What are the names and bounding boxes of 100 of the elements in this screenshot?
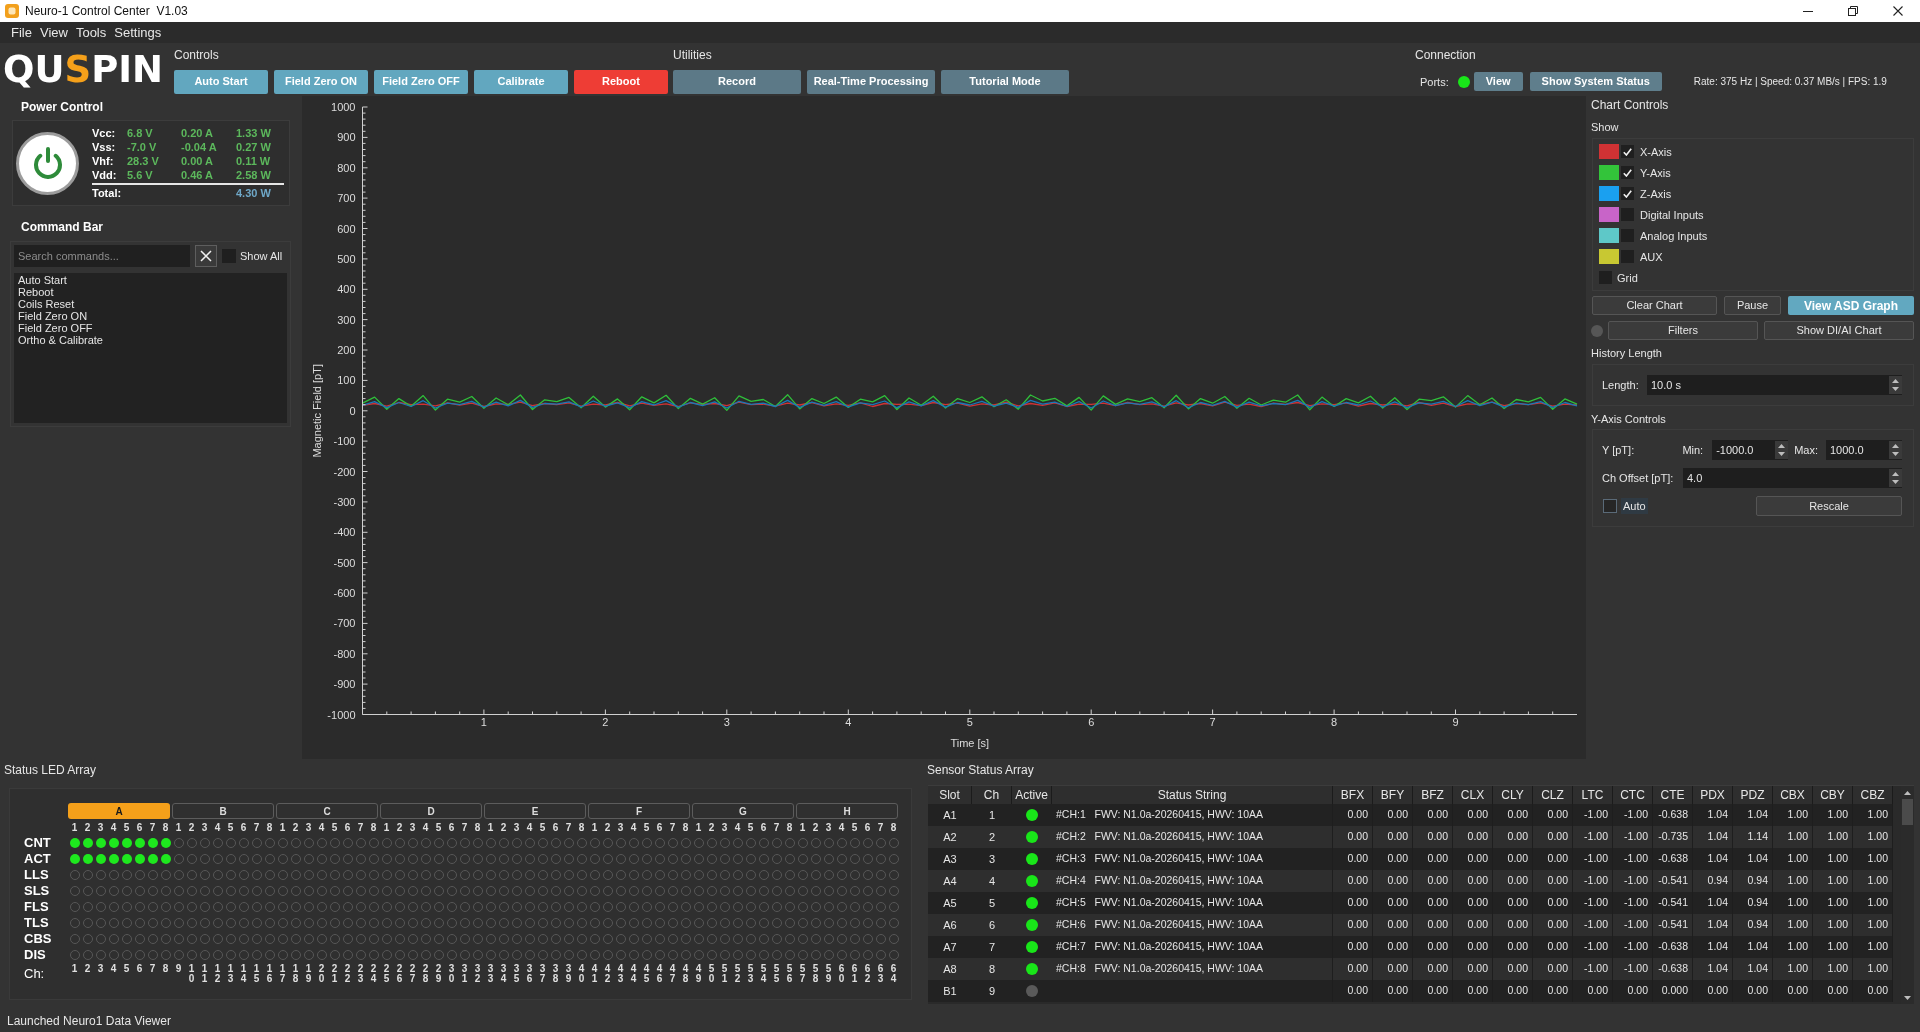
checkbox-label: Analog Inputs	[1640, 228, 1708, 243]
check-icon	[1623, 147, 1632, 156]
checkbox-label: Show All	[240, 249, 283, 263]
show-system-status-button[interactable]: Show System Status	[1529, 72, 1662, 91]
section-label: Utilities	[673, 46, 712, 64]
checkbox-label: Digital Inputs	[1640, 207, 1704, 222]
column-number: 6	[344, 821, 351, 835]
restore-icon[interactable]	[1847, 6, 1858, 16]
tick-label: 200	[337, 344, 356, 356]
tick-label: 9	[1452, 716, 1459, 728]
channel-number: 38	[552, 964, 559, 984]
clear-chart-button[interactable]: Clear Chart	[1592, 296, 1717, 315]
spin-arrows-icon[interactable]	[1889, 376, 1902, 394]
spin-box[interactable]: 1000.0	[1826, 440, 1902, 460]
column-number: 7	[773, 821, 780, 835]
column-number: 4	[214, 821, 221, 835]
checkbox-label: Auto	[1621, 498, 1648, 514]
close-icon[interactable]	[1892, 6, 1903, 16]
clear-button[interactable]	[195, 245, 217, 267]
column-number: 1	[695, 821, 702, 835]
column-number: 8	[266, 821, 273, 835]
table-cell: 0.00	[1453, 980, 1493, 1002]
group-tab[interactable]: G	[692, 803, 794, 819]
group-tab[interactable]: H	[796, 803, 898, 819]
list-item[interactable]: Field Zero OFF	[18, 322, 93, 334]
spin-arrows-icon[interactable]	[1889, 441, 1902, 459]
table-cell-text: A4	[942, 873, 958, 889]
list-item[interactable]: Auto Start	[18, 274, 67, 286]
checkbox[interactable]	[1603, 499, 1617, 513]
row-label: Ch:	[24, 966, 45, 982]
column-number: 2	[500, 821, 507, 835]
checkbox[interactable]	[1621, 166, 1634, 179]
rescale-button[interactable]: Rescale	[1756, 496, 1902, 516]
scrollbar-thumb[interactable]	[1902, 799, 1913, 825]
spin-arrows-icon[interactable]	[1889, 469, 1902, 487]
list-item[interactable]: Ortho & Calibrate	[18, 334, 103, 346]
ports-label: Ports:	[1420, 74, 1449, 89]
table-cell-text: A8	[942, 961, 958, 977]
channel-number: 64	[890, 964, 897, 984]
record-button[interactable]: Record	[673, 69, 801, 94]
tutorial-mode-button[interactable]: Tutorial Mode	[941, 69, 1069, 94]
column-number: 3	[825, 821, 832, 835]
list-item[interactable]: Reboot	[18, 286, 54, 298]
group-tab[interactable]: C	[276, 803, 378, 819]
reboot-button[interactable]: Reboot	[574, 69, 668, 94]
stats-text: Rate: 375 Hz | Speed: 0.37 MB/s | FPS: 1.9	[1693, 74, 1887, 89]
column-number: 8	[474, 821, 481, 835]
channel-number: 16	[266, 964, 273, 984]
row-label: ACT	[24, 851, 51, 867]
view-button[interactable]: View	[1473, 72, 1523, 91]
scroll-up-icon[interactable]	[1904, 790, 1911, 795]
column-number: 6	[552, 821, 559, 835]
group-tab[interactable]: B	[172, 803, 274, 819]
channel-number: 6	[136, 964, 143, 976]
menu-item[interactable]: Settings	[111, 23, 165, 42]
filters-button[interactable]: Filters	[1608, 321, 1758, 340]
channel-number: 42	[604, 964, 611, 984]
column-number: 5	[539, 821, 546, 835]
tick-label: 100	[337, 374, 356, 387]
tick-label: 8	[1331, 716, 1338, 728]
table-cell: 0.00	[1773, 980, 1813, 1002]
column-number: 5	[227, 821, 234, 835]
channel-number: 12	[214, 964, 221, 984]
spin-box[interactable]: 4.0	[1683, 468, 1902, 488]
section-label: Controls	[174, 46, 219, 64]
current-reading: 0.46 A	[181, 168, 213, 182]
row-label: CBS	[24, 931, 52, 947]
menu-item[interactable]: View	[36, 23, 71, 42]
menu-item[interactable]: File	[8, 23, 35, 42]
section-label: Connection	[1415, 46, 1476, 64]
channel-number: 62	[864, 964, 871, 984]
show-di-ai-chart-button[interactable]: Show DI/AI Chart	[1764, 321, 1914, 340]
spin-box[interactable]: -1000.0	[1712, 440, 1789, 460]
column-number: 5	[643, 821, 650, 835]
column-number: 3	[617, 821, 624, 835]
tick-label: 3	[723, 716, 730, 728]
group-tab[interactable]: D	[380, 803, 482, 819]
search-field[interactable]: Search commands...	[14, 245, 190, 267]
channel-number: 36	[526, 964, 533, 984]
spin-box[interactable]: 10.0 s	[1647, 375, 1902, 395]
channel-number: 43	[617, 964, 624, 984]
status-text: Launched Neuro1 Data Viewer	[7, 1013, 171, 1029]
scroll-down-icon[interactable]	[1904, 995, 1911, 1000]
checkbox[interactable]	[1621, 145, 1634, 158]
channel-number: 56	[786, 964, 793, 984]
group-tab[interactable]: A	[68, 803, 170, 819]
group-tab[interactable]: E	[484, 803, 586, 819]
group-tab[interactable]: F	[588, 803, 690, 819]
checkbox[interactable]	[1621, 187, 1634, 200]
list-item[interactable]: Field Zero ON	[18, 310, 88, 322]
column-number: 7	[253, 821, 260, 835]
list-item[interactable]: Coils Reset	[18, 298, 75, 310]
real-time-processing-button[interactable]: Real-Time Processing	[807, 69, 935, 94]
spin-arrows-icon[interactable]	[1775, 441, 1789, 459]
group-label: History Length	[1591, 346, 1662, 361]
minimize-icon[interactable]	[1802, 10, 1813, 12]
pause-button[interactable]: Pause	[1724, 296, 1781, 315]
channel-number: 22	[344, 964, 351, 984]
column-number: 4	[318, 821, 325, 835]
menu-item[interactable]: Tools	[72, 23, 110, 42]
